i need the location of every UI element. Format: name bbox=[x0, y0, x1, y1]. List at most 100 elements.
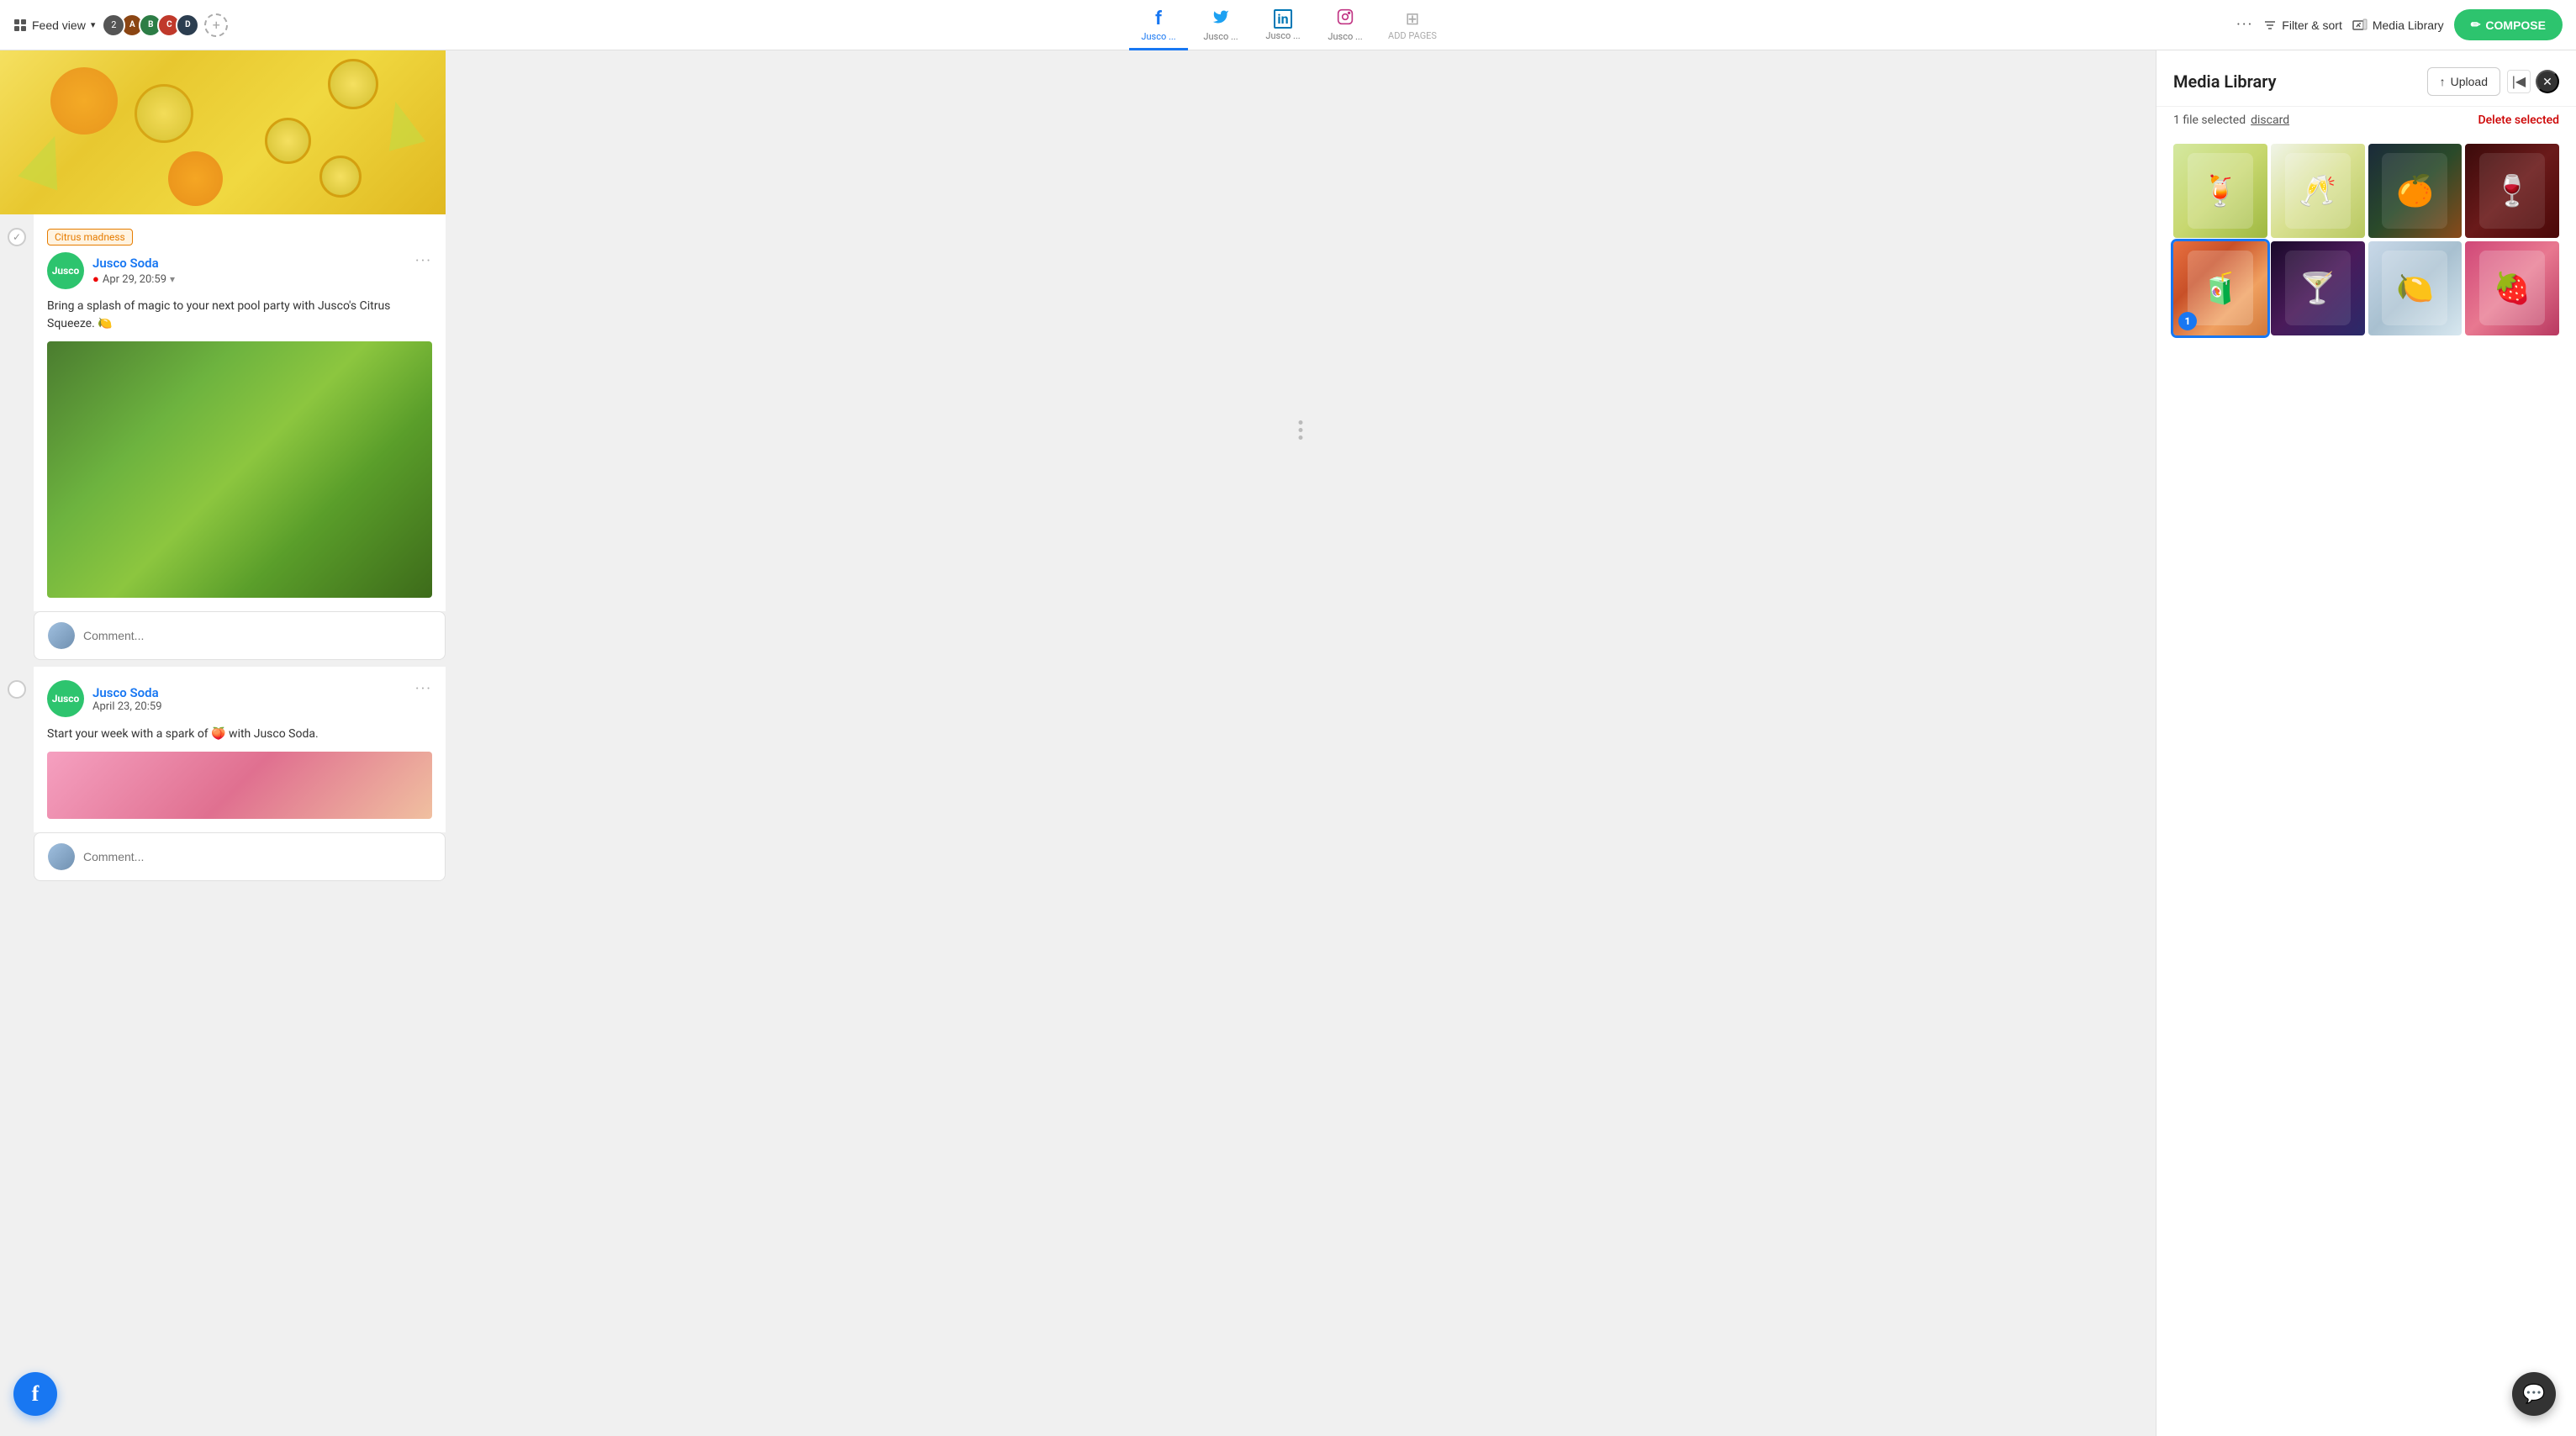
add-user-button[interactable]: + bbox=[204, 13, 228, 37]
tab-facebook-label: Jusco ... bbox=[1141, 31, 1175, 42]
post2-text: Start your week with a spark of 🍑 with J… bbox=[47, 726, 432, 743]
post2-wrap: Jusco Jusco Soda April 23, 20:59 ··· Sta… bbox=[34, 667, 446, 832]
center-column bbox=[446, 50, 2156, 1436]
delete-selected-button[interactable]: Delete selected bbox=[2478, 114, 2559, 127]
post1-more-button[interactable]: ··· bbox=[415, 252, 432, 270]
post1-tag: Citrus madness bbox=[47, 229, 133, 245]
feed-view-button[interactable]: Feed view ▾ bbox=[13, 18, 95, 32]
nav-right: ··· Filter & sort Media Library ✏ COMPOS… bbox=[2236, 9, 2563, 40]
facebook-floating-button[interactable]: f bbox=[13, 1372, 57, 1416]
post2-partial-image bbox=[47, 752, 432, 819]
vertical-dots-container bbox=[1299, 420, 1303, 440]
media-thumb-4[interactable]: 🍷 bbox=[2465, 144, 2559, 238]
more-options-dots[interactable]: ··· bbox=[2236, 16, 2253, 34]
filter-sort-button[interactable]: Filter & sort bbox=[2263, 18, 2342, 32]
media-library-icon bbox=[2352, 18, 2367, 32]
media-grid: 🍹 🥂 🍊 🍷 🧃 bbox=[2156, 134, 2576, 346]
fb-icon: f bbox=[32, 1381, 40, 1407]
feed-column: Citrus madness Jusco Jusco Soda ● Apr 29… bbox=[0, 50, 446, 1436]
add-pages-icon: ⊞ bbox=[1406, 8, 1420, 29]
post1-brand-avatar: Jusco bbox=[47, 252, 84, 289]
tab-linkedin[interactable]: in Jusco ... bbox=[1254, 0, 1312, 50]
avatar-count: 2 bbox=[102, 13, 125, 37]
media-thumb-8[interactable]: 🍓 bbox=[2465, 241, 2559, 335]
add-pages-tab[interactable]: ⊞ ADD PAGES bbox=[1378, 0, 1447, 50]
media-thumb-2[interactable]: 🥂 bbox=[2271, 144, 2365, 238]
media-thumb-3[interactable]: 🍊 bbox=[2368, 144, 2463, 238]
media-library-nav-button[interactable]: Media Library bbox=[2352, 18, 2444, 32]
feed-view-label: Feed view bbox=[32, 18, 86, 32]
comment-input-2[interactable] bbox=[83, 850, 431, 863]
media-library-top-right-controls: |◀ ✕ bbox=[2507, 70, 2559, 93]
media-thumb-6[interactable]: 🍸 bbox=[2271, 241, 2365, 335]
dot-3 bbox=[1299, 436, 1303, 440]
files-selected-count: 1 file selected bbox=[2173, 114, 2246, 127]
filter-icon bbox=[2263, 18, 2277, 32]
media-library-title: Media Library bbox=[2173, 71, 2277, 92]
tab-facebook[interactable]: f Jusco ... bbox=[1129, 0, 1188, 50]
filter-sort-label: Filter & sort bbox=[2282, 18, 2342, 32]
media-library-nav-label: Media Library bbox=[2373, 18, 2444, 32]
post1-wrap: Citrus madness Jusco Jusco Soda ● Apr 29… bbox=[34, 214, 446, 611]
post2-check-button[interactable] bbox=[8, 680, 26, 699]
media-thumb-1-image: 🍹 bbox=[2173, 144, 2267, 238]
media-thumb-5-badge: 1 bbox=[2178, 312, 2197, 330]
compose-icon: ✏ bbox=[2471, 18, 2481, 32]
post1-author[interactable]: Jusco Soda bbox=[92, 256, 175, 271]
collapse-icon: |◀ bbox=[2512, 73, 2526, 90]
discard-link[interactable]: discard bbox=[2251, 114, 2289, 127]
post2-more-button[interactable]: ··· bbox=[415, 680, 432, 698]
collaborators-avatars: 2 A B C D bbox=[102, 13, 194, 37]
media-thumb-2-image: 🥂 bbox=[2271, 144, 2365, 238]
comment-area-1 bbox=[34, 611, 446, 660]
facebook-icon: f bbox=[1155, 8, 1162, 29]
media-library-header: Media Library ↑ Upload |◀ ✕ bbox=[2156, 50, 2576, 107]
avatar-4: D bbox=[176, 13, 199, 37]
media-library-panel: Media Library ↑ Upload |◀ ✕ 1 file s bbox=[2156, 50, 2576, 1436]
media-library-controls: 1 file selected discard Delete selected bbox=[2156, 107, 2576, 134]
media-thumb-5[interactable]: 🧃 1 bbox=[2173, 241, 2267, 335]
post2-header-left: Jusco Jusco Soda April 23, 20:59 bbox=[47, 680, 162, 717]
comment-input-1[interactable] bbox=[83, 629, 431, 642]
media-thumb-3-image: 🍊 bbox=[2368, 144, 2463, 238]
files-selected-row: 1 file selected discard bbox=[2173, 114, 2289, 127]
media-library-close-button[interactable]: ✕ bbox=[2536, 70, 2559, 93]
comment-avatar-1 bbox=[48, 622, 75, 649]
linkedin-icon: in bbox=[1274, 9, 1291, 29]
post2-meta: Jusco Soda April 23, 20:59 bbox=[92, 685, 162, 713]
dot-1 bbox=[1299, 420, 1303, 425]
chat-icon: 💬 bbox=[2522, 1384, 2545, 1405]
media-thumb-7-image: 🍋 bbox=[2368, 241, 2463, 335]
top-navigation: Feed view ▾ 2 A B C D + f Jusco ... Jusc… bbox=[0, 0, 2576, 50]
post1-image-placeholder bbox=[47, 341, 432, 598]
post1-image bbox=[47, 341, 432, 598]
media-library-header-right: ↑ Upload |◀ ✕ bbox=[2427, 67, 2559, 96]
add-pages-label: ADD PAGES bbox=[1388, 30, 1437, 41]
plus-icon: + bbox=[213, 18, 220, 32]
post2-date: April 23, 20:59 bbox=[92, 700, 162, 713]
post2-brand-avatar: Jusco bbox=[47, 680, 84, 717]
tab-instagram[interactable]: Jusco ... bbox=[1316, 0, 1375, 50]
post1-date-chevron[interactable]: ▾ bbox=[170, 273, 175, 285]
post1-check-button[interactable] bbox=[8, 228, 26, 246]
post2-author[interactable]: Jusco Soda bbox=[92, 685, 162, 700]
chevron-down-icon: ▾ bbox=[91, 19, 96, 30]
upload-label: Upload bbox=[2451, 75, 2488, 88]
media-thumb-1[interactable]: 🍹 bbox=[2173, 144, 2267, 238]
top-post-image bbox=[0, 50, 446, 214]
chat-floating-button[interactable]: 💬 bbox=[2512, 1372, 2556, 1416]
media-thumb-4-image: 🍷 bbox=[2465, 144, 2559, 238]
upload-icon: ↑ bbox=[2440, 75, 2446, 88]
media-thumb-6-image: 🍸 bbox=[2271, 241, 2365, 335]
nav-left: Feed view ▾ 2 A B C D + bbox=[13, 13, 228, 37]
twitter-icon bbox=[1212, 8, 1229, 29]
tab-twitter[interactable]: Jusco ... bbox=[1191, 0, 1250, 50]
tab-linkedin-label: Jusco ... bbox=[1265, 30, 1300, 41]
media-thumb-7[interactable]: 🍋 bbox=[2368, 241, 2463, 335]
upload-button[interactable]: ↑ Upload bbox=[2427, 67, 2500, 96]
tab-instagram-label: Jusco ... bbox=[1328, 31, 1362, 42]
media-thumb-8-image: 🍓 bbox=[2465, 241, 2559, 335]
post1-date: Apr 29, 20:59 bbox=[103, 273, 166, 286]
compose-button[interactable]: ✏ COMPOSE bbox=[2454, 9, 2563, 40]
media-library-collapse-button[interactable]: |◀ bbox=[2507, 70, 2531, 93]
